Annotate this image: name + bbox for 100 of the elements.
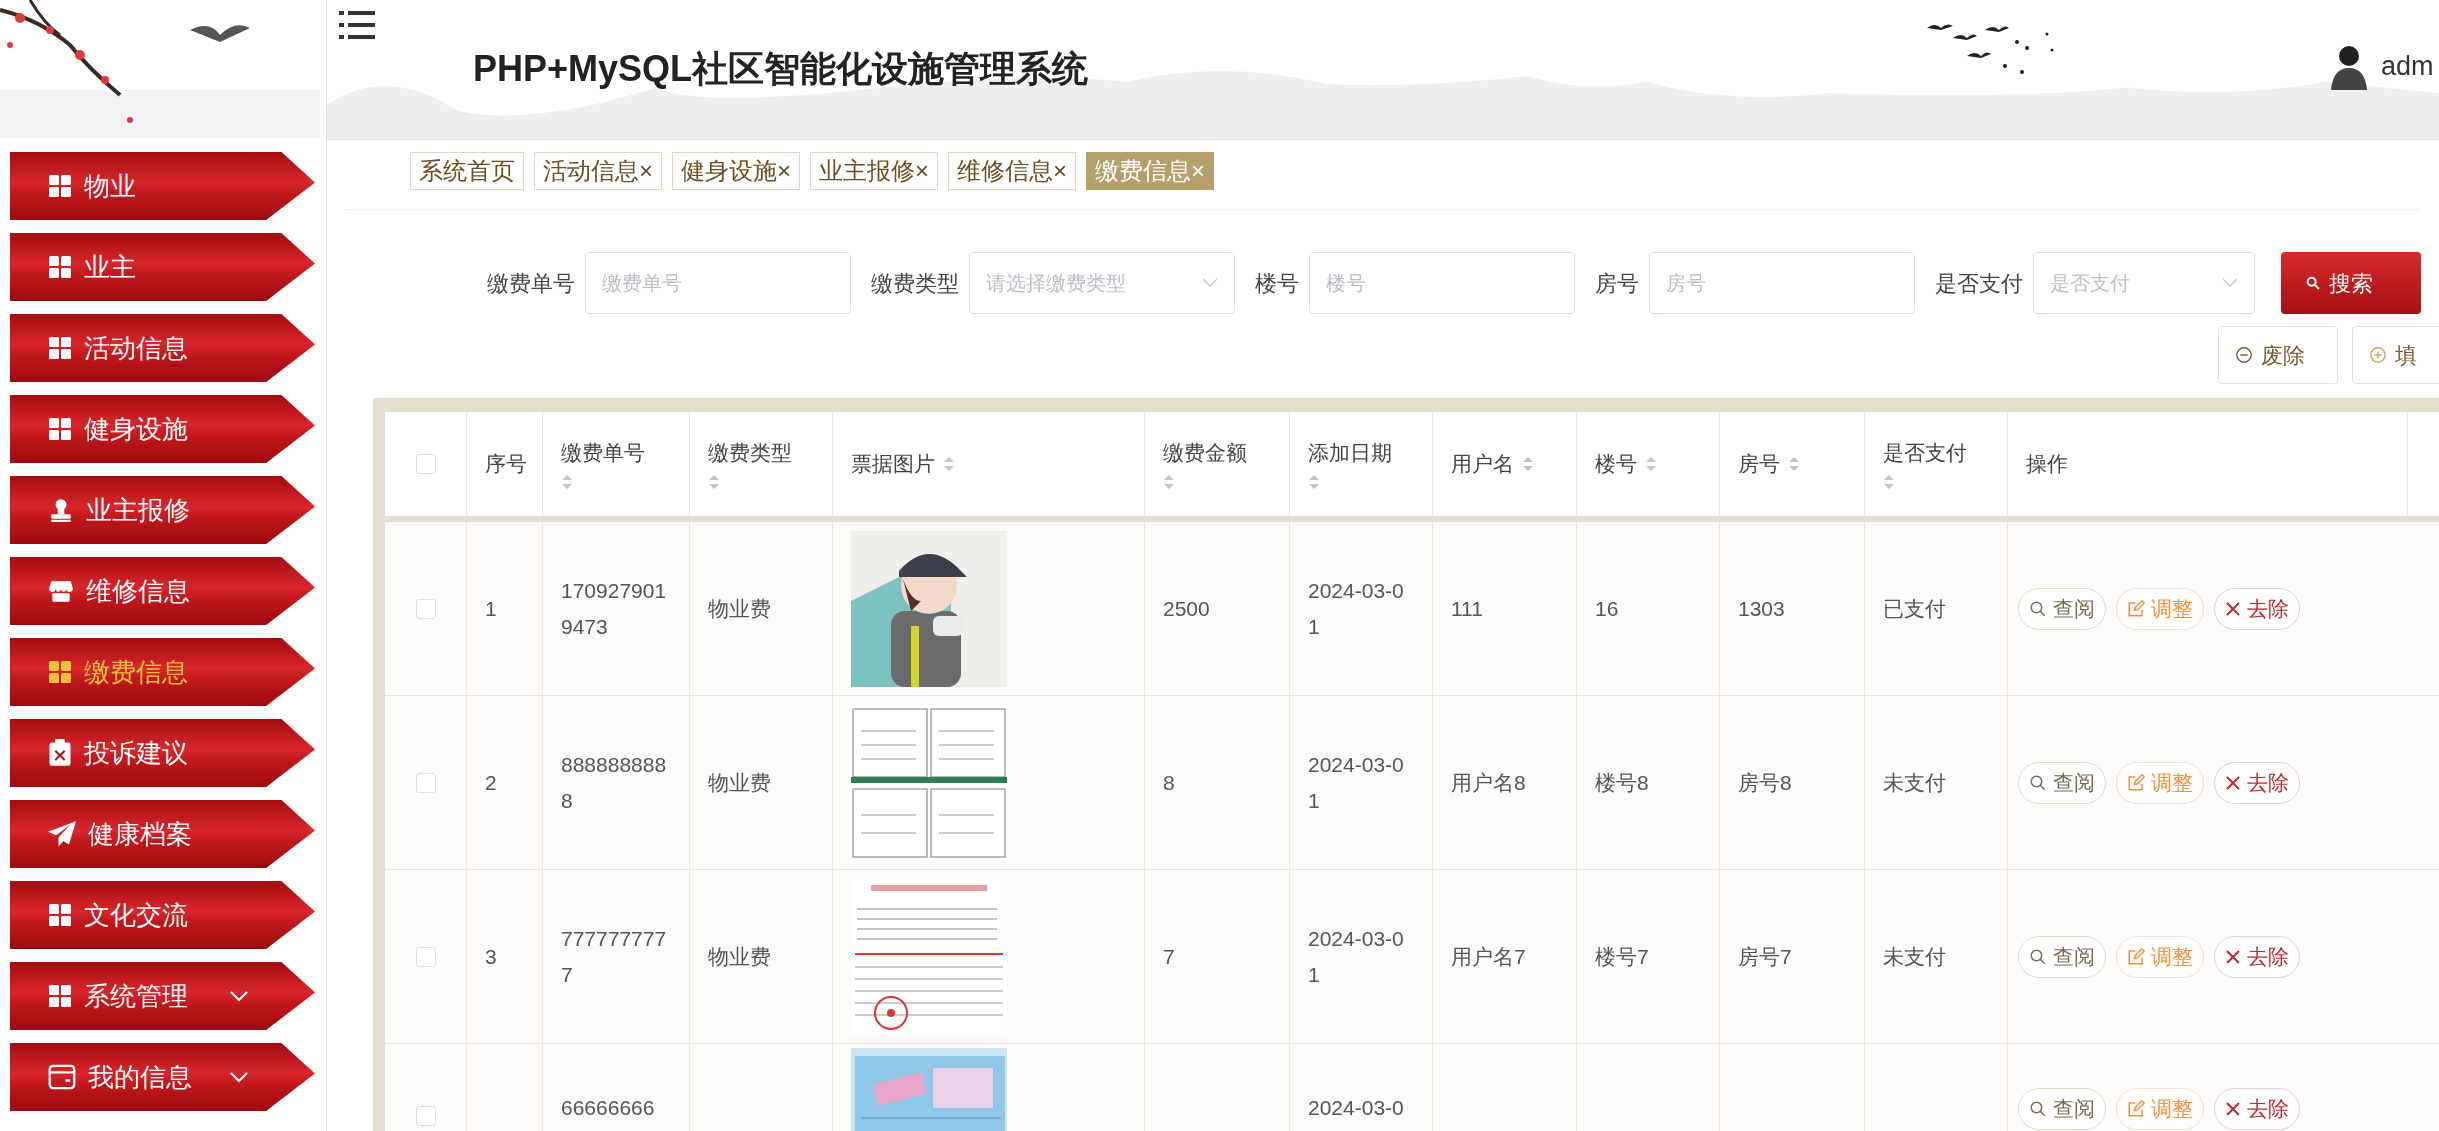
table-cell-text: 16 [1595,595,1619,622]
view-button[interactable]: 查阅 [2018,935,2106,978]
sidebar-label: 维修信息 [86,574,190,608]
filter-label: 缴费类型 [871,269,959,298]
sort-icon[interactable] [943,455,955,473]
sidebar-item[interactable]: 健身设施 [10,395,315,463]
tab[interactable]: 活动信息× [534,152,662,190]
table-cell-text: 楼号7 [1595,943,1649,970]
search-button[interactable]: 搜索 [2281,252,2421,314]
sidebar-label: 业主 [84,250,136,284]
grid-icon [48,660,72,684]
view-button[interactable]: 查阅 [2018,587,2106,630]
filter-label: 缴费单号 [487,269,575,298]
clipboard-x-icon [48,739,72,767]
search-icon [2029,599,2047,618]
table-cell-text: 1303 [1738,595,1785,622]
add-button[interactable]: 填 [2352,326,2439,384]
close-icon [2225,1101,2241,1117]
input-field[interactable]: 缴费单号 [585,252,851,314]
edit-icon [2127,773,2145,792]
sort-icon[interactable] [1522,455,1534,473]
table-cell-text: 未支付 [1883,943,1946,970]
grid-icon [48,174,72,198]
plus-circle-icon [2369,346,2387,364]
delete-button[interactable]: 去除 [2214,935,2300,978]
sidebar-item[interactable]: 健康档案 [10,800,315,868]
minus-circle-icon [2235,346,2253,364]
table-cell-text: 用户名7 [1451,943,1526,970]
input-field[interactable]: 房号 [1649,252,1915,314]
table-cell-text: 1709279019473 [561,577,668,640]
sidebar-label: 健身设施 [84,412,188,446]
tab[interactable]: 健身设施× [672,152,801,190]
sort-icon[interactable] [1788,455,1800,473]
chevron-down-icon [229,1071,249,1083]
column-header: 添加日期 [1308,440,1392,467]
close-icon [2225,948,2241,965]
search-icon [2305,275,2321,291]
menu-icon[interactable] [339,10,375,40]
sidebar-label: 缴费信息 [84,655,188,689]
sidebar-item[interactable]: 缴费信息 [10,638,315,706]
sort-icon[interactable] [1883,472,1895,491]
table-cell-text: 已支付 [1883,595,1946,622]
delete-button[interactable]: 去除 [2214,1088,2300,1130]
sidebar-item[interactable]: 投诉建议 [10,719,315,787]
table-cell-text: 3 [485,943,497,970]
grid-icon [48,984,72,1008]
sidebar-label: 健康档案 [88,817,192,851]
checkbox[interactable] [415,772,436,793]
sidebar-item[interactable]: 维修信息 [10,557,315,625]
table-cell-text: 2024-03-01 [1308,577,1405,640]
sort-icon[interactable] [708,472,720,491]
table-cell-text: 未支付 [1883,769,1946,796]
search-icon [2029,947,2047,966]
sort-icon[interactable] [1645,455,1657,473]
sidebar-item[interactable]: 物业 [10,152,315,220]
user-name[interactable]: adm [2381,45,2434,87]
table-cell-text: 2500 [1163,595,1210,622]
sidebar-item[interactable]: 我的信息 [10,1043,315,1111]
sidebar-item[interactable]: 活动信息 [10,314,315,382]
sort-icon[interactable] [1308,472,1320,491]
sidebar-label: 我的信息 [88,1060,192,1094]
delete-button[interactable]: 去除 [2214,761,2300,804]
sidebar-item[interactable]: 业主 [10,233,315,301]
paper-plane-icon [48,821,76,847]
table-cell-text: 房号7 [1738,943,1792,970]
filter-label: 是否支付 [1935,269,2023,298]
filter-label: 楼号 [1255,269,1299,298]
view-button[interactable]: 查阅 [2018,761,2106,804]
table-cell-text: 2 [485,769,497,796]
table-cell-text: 8888888888 [561,751,668,814]
sidebar-label: 投诉建议 [84,736,188,770]
table-cell-text: 物业费 [708,769,771,796]
tab[interactable]: 维修信息× [948,152,1077,190]
input-field[interactable]: 楼号 [1309,252,1575,314]
checkbox[interactable] [415,946,436,967]
app-title: PHP+MySQL社区智能化设施管理系统 [473,47,1089,91]
sort-icon[interactable] [561,472,573,491]
tab[interactable]: 业主报修× [810,152,939,190]
sidebar-item[interactable]: 业主报修 [10,476,315,544]
checkbox[interactable] [415,598,436,619]
column-header: 用户名 [1451,451,1514,478]
checkbox[interactable] [415,1106,436,1126]
table-cell-text: 物业费 [708,595,771,622]
sidebar-item[interactable]: 文化交流 [10,881,315,949]
tab[interactable]: 系统首页 [410,152,524,190]
view-button[interactable]: 查阅 [2018,1088,2106,1130]
column-header: 票据图片 [851,451,935,478]
edit-icon [2127,1100,2145,1118]
table-cell-text: 2024-03-01 [1308,751,1405,814]
sidebar-item[interactable]: 系统管理 [10,962,315,1030]
grid-icon [48,417,72,441]
table-cell-text: 2024-03-0 [1308,1095,1404,1121]
grid-icon [48,903,72,927]
remove-button[interactable]: 废除 [2218,326,2338,384]
table-cell-text: 房号8 [1738,769,1792,796]
shop-icon [48,578,74,604]
checkbox[interactable] [415,454,436,474]
column-header: 缴费单号 [561,440,645,467]
sort-icon[interactable] [1163,472,1175,491]
delete-button[interactable]: 去除 [2214,587,2300,630]
